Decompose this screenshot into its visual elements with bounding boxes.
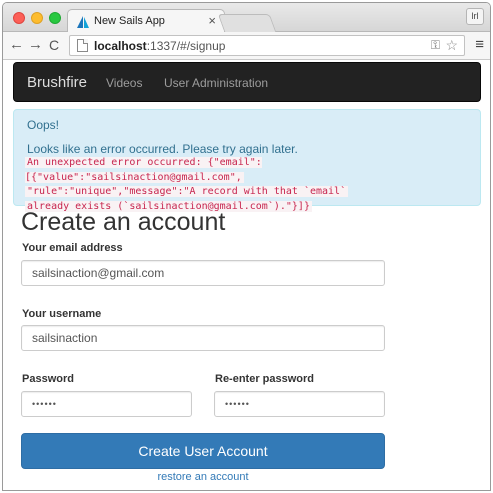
sails-favicon [77,16,89,28]
nav-link-videos[interactable]: Videos [106,76,142,90]
page-content: Brushfire Videos User Administration Oop… [3,61,490,490]
browser-tab[interactable]: New Sails App × [67,9,225,33]
key-icon[interactable]: ⚿ [431,38,440,53]
create-account-button[interactable]: Create User Account [21,433,385,469]
tab-title: New Sails App [94,15,165,27]
reenter-password-field[interactable] [214,391,385,417]
password-field[interactable] [21,391,192,417]
page-icon [77,39,88,52]
error-alert: Oops! Looks like an error occurred. Plea… [13,109,481,212]
alert-title: Oops! [27,118,60,132]
close-window-button[interactable] [13,12,25,24]
error-code-line: "rule":"unique","message":"A record with… [25,186,349,198]
url-path: :1337/#/signup [146,39,226,53]
alert-message: Looks like an error occurred. Please try… [27,142,298,156]
brand-link[interactable]: Brushfire [27,74,87,91]
nav-link-user-administration[interactable]: User Administration [164,76,268,90]
forward-icon[interactable]: → [28,36,43,54]
reenter-password-label: Re-enter password [215,373,315,385]
menu-icon[interactable]: ≡ [475,37,484,53]
title-bar: New Sails App × lrl [3,3,490,33]
new-tab-button[interactable] [217,14,277,32]
browser-window: New Sails App × lrl ← → C localhost:1337… [2,2,491,491]
alert-error-code: An unexpected error occurred: {"email":[… [25,156,477,214]
page-title: Create an account [21,208,226,236]
star-icon[interactable]: ☆ [445,37,458,54]
error-code-line: An unexpected error occurred: {"email":[… [25,157,262,183]
zoom-window-button[interactable] [49,12,61,24]
app-navbar: Brushfire Videos User Administration [13,62,481,102]
address-toolbar: ← → C localhost:1337/#/signup ⚿ ☆ ≡ [3,32,490,60]
minimize-window-button[interactable] [31,12,43,24]
username-label: Your username [22,308,102,320]
username-field[interactable] [21,325,385,351]
email-label: Your email address [22,242,123,254]
reload-icon[interactable]: C [49,36,59,54]
tab-close-icon[interactable]: × [208,13,216,28]
url-host: localhost [94,39,147,53]
profile-button[interactable]: lrl [466,8,484,25]
url-text[interactable]: localhost:1337/#/signup [94,39,225,53]
email-field[interactable] [21,260,385,286]
password-label: Password [22,373,74,385]
address-bar[interactable]: localhost:1337/#/signup ⚿ ☆ [69,35,465,56]
back-icon[interactable]: ← [9,36,24,54]
restore-account-link[interactable]: restore an account [21,471,385,483]
